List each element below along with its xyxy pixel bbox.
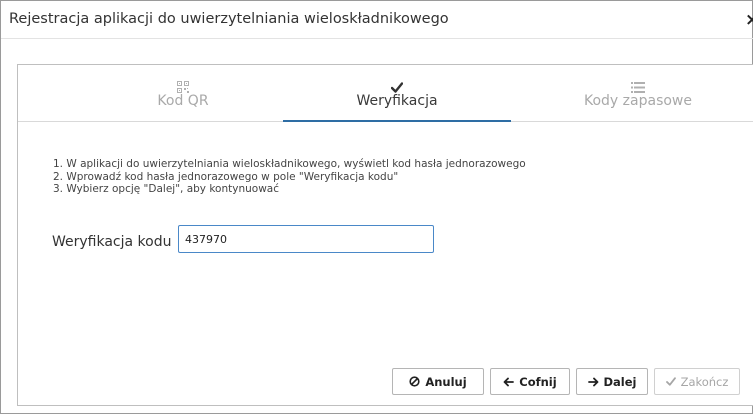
back-button-label: Cofnij [519, 374, 557, 389]
instruction-item: 3. Wybierz opcję "Dalej", aby kontynuowa… [53, 183, 279, 195]
list-icon [538, 78, 738, 93]
back-button[interactable]: Cofnij [490, 368, 570, 395]
wizard-steps: Kod QR Weryfikacja Kody zapasowe [18, 65, 753, 122]
instruction-item: 1. W aplikacji do uwierzytelniania wielo… [53, 158, 526, 170]
arrow-left-icon [503, 377, 515, 387]
dialog-title: Rejestracja aplikacji do uwierzytelniani… [9, 11, 449, 27]
step-qr-code[interactable]: Kod QR [83, 65, 283, 121]
checkmark-icon [283, 78, 511, 93]
qr-code-icon [83, 78, 283, 93]
wizard-panel: Kod QR Weryfikacja Kody zapasowe 1. W ap… [17, 64, 753, 406]
verification-code-label: Weryfikacja kodu [52, 234, 172, 250]
instructions-list: 1. W aplikacji do uwierzytelniania wielo… [53, 158, 526, 196]
step-label-verification: Weryfikacja [356, 93, 438, 109]
arrow-right-icon [587, 377, 599, 387]
finish-button-label: Zakończ [680, 374, 729, 389]
step-verification[interactable]: Weryfikacja [283, 65, 511, 122]
next-button[interactable]: Dalej [576, 368, 648, 395]
step-backup-codes[interactable]: Kody zapasowe [538, 65, 738, 121]
checkmark-icon [665, 377, 676, 386]
close-icon[interactable]: × [745, 10, 753, 30]
next-button-label: Dalej [603, 374, 637, 389]
step-label-qr-code: Kod QR [157, 93, 209, 109]
active-step-underline [283, 120, 511, 122]
mfa-registration-dialog: Rejestracja aplikacji do uwierzytelniani… [0, 0, 753, 414]
verification-code-input[interactable] [178, 225, 434, 253]
cancel-button[interactable]: Anuluj [392, 368, 484, 395]
step-label-backup-codes: Kody zapasowe [584, 93, 692, 109]
dialog-titlebar: Rejestracja aplikacji do uwierzytelniani… [1, 1, 753, 39]
instruction-item: 2. Wprowadź kod hasła jednorazowego w po… [53, 170, 399, 183]
ban-icon [409, 376, 420, 387]
finish-button[interactable]: Zakończ [654, 368, 740, 395]
cancel-button-label: Anuluj [425, 374, 467, 389]
